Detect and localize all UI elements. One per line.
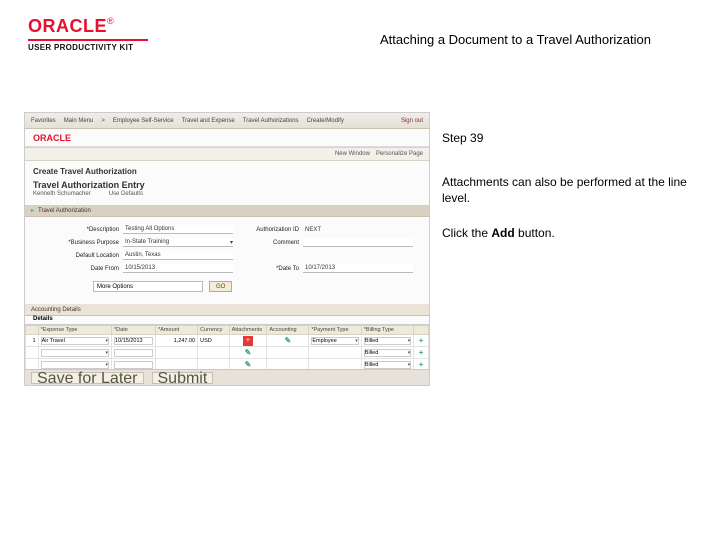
col-accounting[interactable]: Accounting <box>267 326 309 335</box>
page-header: ORACLE® USER PRODUCTIVITY KIT Attaching … <box>0 0 720 72</box>
col-attachments[interactable]: Attachments <box>229 326 267 335</box>
registered-icon: ® <box>107 16 114 26</box>
row2-accounting-icon[interactable]: ✎ <box>232 348 265 357</box>
row1-currency: USD <box>198 335 229 347</box>
page-footer-bar: Save for Later Submit <box>25 369 429 385</box>
save-for-later-button[interactable]: Save for Later <box>31 372 144 384</box>
breadcrumb-ess[interactable]: Employee Self-Service <box>113 118 174 124</box>
more-options-select[interactable]: More Options <box>93 281 203 292</box>
instruction-line2-c: button. <box>515 226 555 240</box>
col-rownum <box>26 326 39 335</box>
col-date[interactable]: *Date <box>112 326 156 335</box>
breadcrumb-cm[interactable]: Create/Modify <box>307 118 344 124</box>
description-input[interactable]: Testing All Options <box>123 225 233 234</box>
accounting-details-bar[interactable]: Accounting Details <box>25 304 429 316</box>
app-brand-bar: ORACLE <box>25 129 429 147</box>
row2-billing-type[interactable]: Billed <box>364 349 411 357</box>
row1-date[interactable]: 10/15/2013 <box>114 337 153 345</box>
row1-accounting-icon[interactable]: ✎ <box>269 336 306 345</box>
details-tabstrip: Details <box>25 316 429 325</box>
col-amount[interactable]: *Amount <box>156 326 198 335</box>
breadcrumb-sep: > <box>101 118 105 124</box>
oracle-upk-sub: USER PRODUCTIVITY KIT <box>28 43 148 52</box>
employee-name: Kenneth Schumacher <box>33 191 91 197</box>
instruction-line1: Attachments can also be performed at the… <box>442 174 694 206</box>
row2-date[interactable] <box>114 349 153 357</box>
authid-label: Authorization ID <box>233 227 303 233</box>
embedded-screenshot: Favorites Main Menu > Employee Self-Serv… <box>24 112 430 386</box>
dateto-input[interactable]: 10/17/2013 <box>303 264 413 273</box>
header-fields: *Description Testing All Options Authori… <box>33 225 421 273</box>
go-button[interactable]: GO <box>209 281 232 292</box>
oracle-upk-logo: ORACLE® USER PRODUCTIVITY KIT <box>28 16 148 52</box>
row1-amount[interactable]: 1,247.00 <box>156 335 198 347</box>
section-entry-title: Travel Authorization Entry <box>33 180 421 190</box>
bizpurpose-label: *Business Purpose <box>33 240 123 246</box>
instruction-line2: Click the Add button. <box>442 225 694 241</box>
row1-num: 1 <box>26 335 39 347</box>
row1-payment-type[interactable]: Employee <box>311 337 358 345</box>
bizpurpose-select[interactable]: In-State Training <box>123 238 233 247</box>
defaultloc-input[interactable]: Austin, Texas <box>123 251 233 260</box>
new-window-link[interactable]: New Window <box>335 151 370 157</box>
row1-attachment-button[interactable]: + <box>243 336 253 346</box>
breadcrumb-ta[interactable]: Travel Authorizations <box>243 118 299 124</box>
oracle-wordmark: ORACLE <box>28 16 107 36</box>
page-title: Attaching a Document to a Travel Authori… <box>380 32 651 47</box>
oracle-app-logo: ORACLE <box>33 133 71 143</box>
dateto-label: *Date To <box>233 266 303 272</box>
row1-add-icon[interactable]: + <box>416 336 426 345</box>
instruction-panel: Step 39 Attachments can also be performe… <box>442 112 694 386</box>
nav-favorites[interactable]: Favorites <box>31 118 56 124</box>
row3-date[interactable] <box>114 361 153 369</box>
description-label: *Description <box>33 227 123 233</box>
authid-value: NEXT <box>303 225 413 234</box>
row1-expense-type[interactable]: Air Travel <box>41 337 109 345</box>
datefrom-label: Date From <box>33 266 123 272</box>
col-currency[interactable]: Currency <box>198 326 229 335</box>
personalize-link[interactable]: Personalize Page <box>376 151 423 157</box>
instruction-line2-a: Click the <box>442 226 491 240</box>
col-addrow <box>414 326 429 335</box>
nav-main-menu[interactable]: Main Menu <box>64 118 94 124</box>
datefrom-input[interactable]: 10/15/2013 <box>123 264 233 273</box>
step-label: Step 39 <box>442 130 694 146</box>
row3-billing-type[interactable]: Billed <box>364 361 411 369</box>
travel-auth-bar[interactable]: Travel Authorization <box>25 205 429 217</box>
comment-label: Comment <box>233 240 303 246</box>
row2-add-icon[interactable]: + <box>416 348 426 357</box>
col-billing[interactable]: *Billing Type <box>361 326 413 335</box>
breadcrumb-te[interactable]: Travel and Expense <box>182 118 235 124</box>
breadcrumb-bar: Favorites Main Menu > Employee Self-Serv… <box>25 113 429 129</box>
row3-accounting-icon[interactable]: ✎ <box>232 360 265 369</box>
logo-rule <box>28 39 148 41</box>
col-expense-type[interactable]: *Expense Type <box>38 326 111 335</box>
instruction-add-bold: Add <box>491 226 514 240</box>
col-payment[interactable]: *Payment Type <box>309 326 361 335</box>
use-defaults-link[interactable]: Use Defaults <box>109 191 143 197</box>
comment-input[interactable] <box>303 238 413 247</box>
row2-expense-type[interactable] <box>41 349 109 357</box>
row3-expense-type[interactable] <box>41 361 109 369</box>
defaultloc-label: Default Location <box>33 253 123 259</box>
tab-details[interactable]: Details <box>33 316 53 322</box>
page-utility-links: New Window Personalize Page <box>25 147 429 161</box>
signout-link[interactable]: Sign out <box>401 118 423 124</box>
section-create-ta: Create Travel Authorization <box>33 167 421 176</box>
row3-add-icon[interactable]: + <box>416 360 426 369</box>
submit-button[interactable]: Submit <box>152 372 214 384</box>
row1-billing-type[interactable]: Billed <box>364 337 411 345</box>
